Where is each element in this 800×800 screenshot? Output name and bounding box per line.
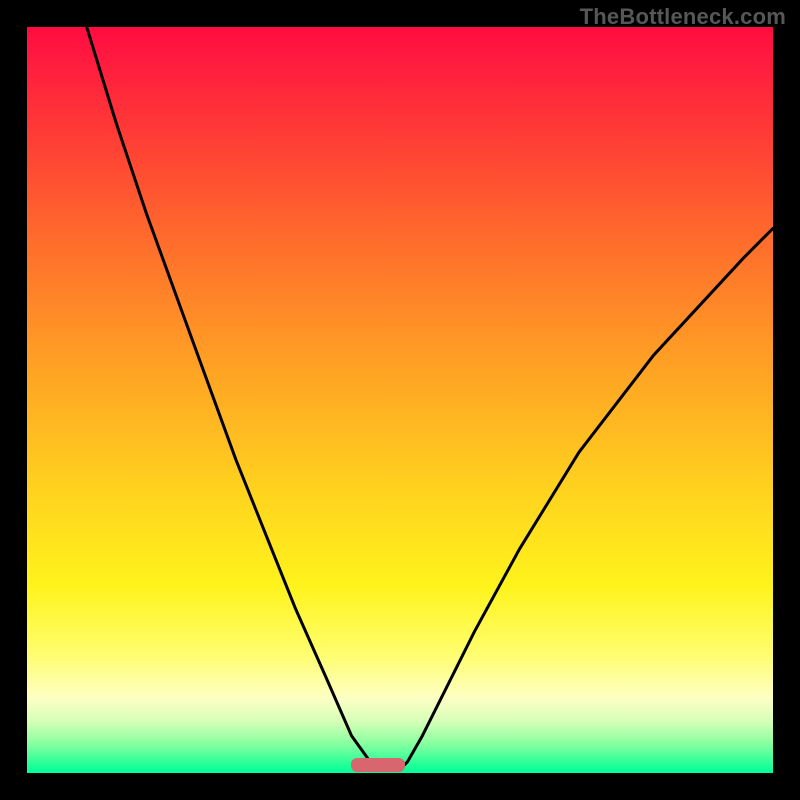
watermark-text: TheBottleneck.com <box>580 4 786 30</box>
bottleneck-marker <box>351 758 405 772</box>
right-curve <box>400 228 773 769</box>
plot-area <box>27 27 773 773</box>
chart-frame: TheBottleneck.com <box>0 0 800 800</box>
left-curve <box>87 27 378 769</box>
curve-layer <box>27 27 773 773</box>
